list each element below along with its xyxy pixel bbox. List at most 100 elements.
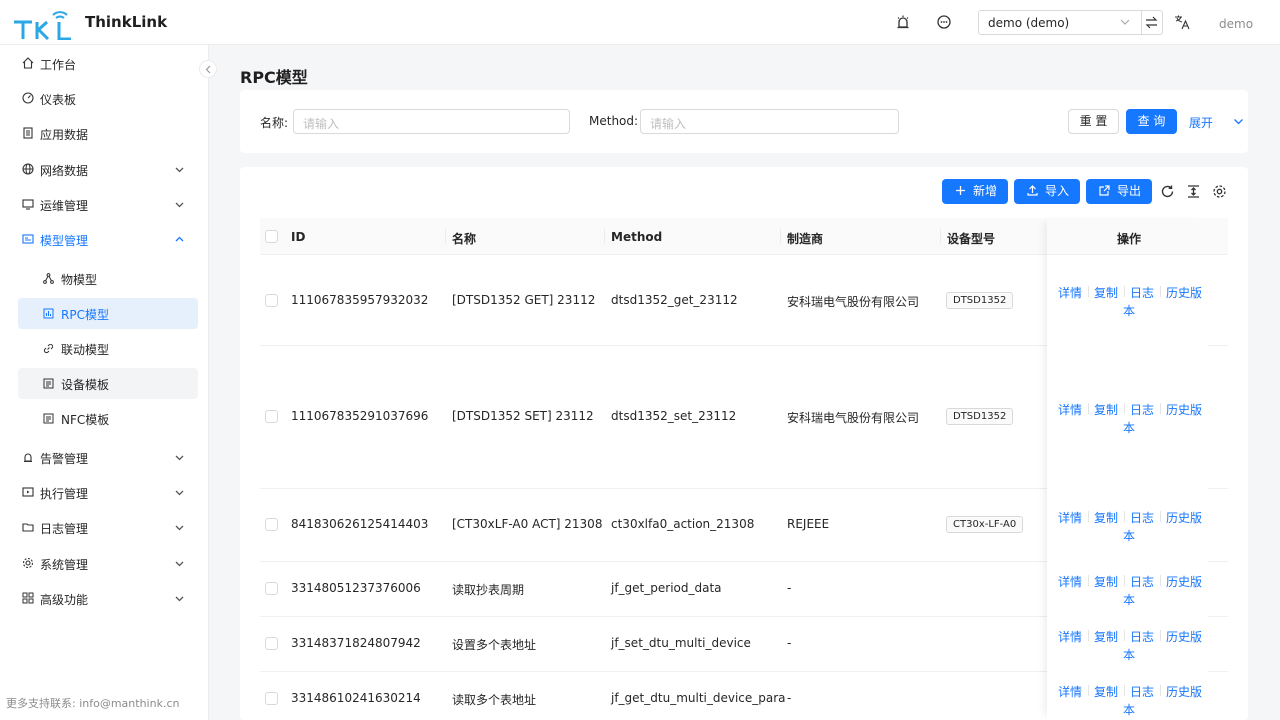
- user-name[interactable]: demo: [1219, 17, 1253, 31]
- support-contact: 更多支持联系: info@manthink.cn: [6, 697, 180, 710]
- detail-link[interactable]: 详情: [1058, 509, 1082, 526]
- add-button[interactable]: 新增: [942, 179, 1008, 204]
- cell-id: 111067835291037696: [291, 409, 429, 423]
- name-label: 名称:: [260, 116, 289, 130]
- column-height-icon[interactable]: [1186, 184, 1201, 199]
- sidebar-item-log-management[interactable]: 日志管理: [0, 510, 209, 545]
- method-input[interactable]: 请输入: [640, 109, 899, 134]
- sidebar-item-alarm-management[interactable]: 告警管理: [0, 440, 209, 475]
- alarm-icon[interactable]: [895, 14, 911, 30]
- column-header-ops: 操作: [1047, 218, 1208, 255]
- chart-grid-icon: [43, 308, 54, 319]
- sidebar-item-network-data[interactable]: 网络数据: [0, 152, 209, 187]
- copy-link[interactable]: 复制: [1094, 509, 1118, 526]
- dashboard-icon: [22, 92, 34, 104]
- log-link[interactable]: 日志: [1130, 509, 1154, 526]
- sidebar-item-model-management[interactable]: 模型管理: [0, 222, 209, 257]
- history-link-wrap[interactable]: 本: [1123, 419, 1135, 436]
- divider: [1124, 630, 1125, 641]
- apps-icon: [22, 592, 34, 604]
- copy-link[interactable]: 复制: [1094, 683, 1118, 700]
- history-link-wrap[interactable]: 本: [1123, 646, 1135, 663]
- sidebar-item-label: 应用数据: [40, 128, 89, 142]
- import-button[interactable]: 导入: [1014, 179, 1080, 204]
- log-link[interactable]: 日志: [1130, 401, 1154, 418]
- row-checkbox[interactable]: [265, 518, 278, 531]
- history-link[interactable]: 历史版: [1166, 573, 1202, 590]
- detail-link[interactable]: 详情: [1058, 573, 1082, 590]
- sidebar-item-execution-management[interactable]: 执行管理: [0, 475, 209, 510]
- upload-icon: [1027, 185, 1038, 196]
- sidebar-subitem-thing-model[interactable]: 物模型: [18, 263, 198, 294]
- settings-icon[interactable]: [1212, 184, 1227, 199]
- sidebar-item-system-management[interactable]: 系统管理: [0, 546, 209, 581]
- chevron-down-icon: [1120, 19, 1130, 25]
- export-icon: [1099, 185, 1110, 196]
- log-link[interactable]: 日志: [1130, 573, 1154, 590]
- sidebar-subitem-rpc-model[interactable]: RPC模型: [18, 298, 198, 329]
- sidebar-item-app-data[interactable]: 应用数据: [0, 116, 209, 151]
- cell-method: dtsd1352_get_23112: [611, 293, 738, 307]
- row-checkbox[interactable]: [265, 582, 278, 595]
- sidebar-item-operations[interactable]: 运维管理: [0, 187, 209, 222]
- cell-method: jf_get_dtu_multi_device_para: [611, 691, 786, 705]
- message-icon[interactable]: [936, 14, 952, 30]
- history-link-wrap[interactable]: 本: [1123, 591, 1135, 608]
- execute-icon: [22, 487, 34, 497]
- expand-toggle[interactable]: 展开: [1189, 114, 1243, 131]
- detail-link[interactable]: 详情: [1058, 401, 1082, 418]
- column-divider: [780, 229, 781, 244]
- cell-name: 读取多个表地址: [452, 693, 537, 707]
- link-icon: [43, 343, 54, 354]
- detail-link[interactable]: 详情: [1058, 628, 1082, 645]
- switch-icon[interactable]: [1145, 16, 1158, 29]
- column-divider: [604, 229, 605, 244]
- sidebar-item-advanced[interactable]: 高级功能: [0, 581, 209, 616]
- history-link[interactable]: 历史版: [1166, 683, 1202, 700]
- history-link[interactable]: 历史版: [1166, 401, 1202, 418]
- divider: [1160, 286, 1161, 297]
- log-link[interactable]: 日志: [1130, 628, 1154, 645]
- tenant-select[interactable]: demo (demo): [978, 10, 1163, 35]
- reset-button[interactable]: 重 置: [1068, 109, 1119, 134]
- sidebar-subitem-device-template[interactable]: 设备模板: [18, 368, 198, 399]
- row-checkbox[interactable]: [265, 294, 278, 307]
- cell-id: 33148610241630214: [291, 691, 421, 705]
- name-input[interactable]: 请输入: [293, 109, 570, 134]
- query-button[interactable]: 查 询: [1126, 109, 1177, 134]
- copy-link[interactable]: 复制: [1094, 573, 1118, 590]
- cell-method: jf_set_dtu_multi_device: [611, 636, 751, 650]
- copy-link[interactable]: 复制: [1094, 628, 1118, 645]
- history-link[interactable]: 历史版: [1166, 628, 1202, 645]
- translate-icon[interactable]: [1174, 14, 1190, 30]
- log-link[interactable]: 日志: [1130, 683, 1154, 700]
- row-checkbox[interactable]: [265, 637, 278, 650]
- row-checkbox[interactable]: [265, 692, 278, 705]
- sidebar-subitem-nfc-template[interactable]: NFC模板: [18, 403, 198, 434]
- copy-link[interactable]: 复制: [1094, 284, 1118, 301]
- network-nodes-icon: [43, 273, 54, 284]
- history-link[interactable]: 历史版: [1166, 284, 1202, 301]
- history-link-wrap[interactable]: 本: [1123, 302, 1135, 319]
- detail-link[interactable]: 详情: [1058, 284, 1082, 301]
- history-link-wrap[interactable]: 本: [1123, 701, 1135, 718]
- cell-method: jf_get_period_data: [611, 581, 722, 595]
- sidebar-item-label: 高级功能: [40, 593, 89, 607]
- export-button[interactable]: 导出: [1086, 179, 1152, 204]
- copy-link[interactable]: 复制: [1094, 401, 1118, 418]
- chevron-down-icon: [175, 167, 184, 173]
- history-link[interactable]: 历史版: [1166, 509, 1202, 526]
- model-icon: [22, 234, 34, 244]
- sidebar-item-dashboard[interactable]: 仪表板: [0, 81, 209, 116]
- sidebar-subitem-linkage-model[interactable]: 联动模型: [18, 333, 198, 364]
- gear-icon: [22, 557, 34, 569]
- row-checkbox[interactable]: [265, 410, 278, 423]
- select-all-checkbox[interactable]: [265, 230, 278, 243]
- refresh-icon[interactable]: [1160, 184, 1175, 199]
- history-link-wrap[interactable]: 本: [1123, 527, 1135, 544]
- sidebar-subitem-label: 物模型: [61, 273, 98, 287]
- sidebar-item-workbench[interactable]: 工作台: [0, 46, 209, 81]
- column-header-name: 名称: [452, 232, 477, 246]
- log-link[interactable]: 日志: [1130, 284, 1154, 301]
- detail-link[interactable]: 详情: [1058, 683, 1082, 700]
